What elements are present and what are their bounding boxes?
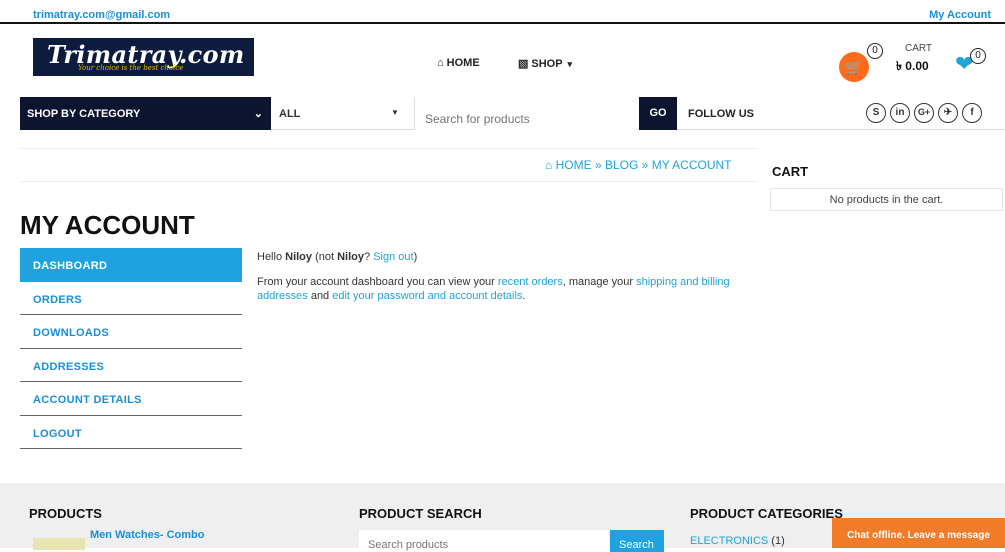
footer-search-title: PRODUCT SEARCH	[359, 506, 482, 521]
account-nav-addresses[interactable]: ADDRESSES	[20, 349, 242, 382]
search-go-button[interactable]: GO	[639, 97, 677, 130]
divider	[20, 181, 758, 182]
cart-count-badge: 0	[867, 43, 883, 59]
breadcrumb-separator: »	[641, 158, 649, 172]
footer-categories-title: PRODUCT CATEGORIES	[690, 506, 843, 521]
footer-product-link[interactable]: Men Watches- Combo	[90, 529, 205, 541]
chat-offline-button[interactable]: Chat offline. Leave a message	[832, 518, 1005, 548]
logo-tagline: Your choice is the best choice	[78, 64, 184, 72]
cart-label: CART	[905, 43, 933, 54]
intro-text: , manage your	[562, 276, 637, 288]
sign-out-link[interactable]: Sign out	[373, 251, 413, 263]
greeting-close: )	[413, 251, 418, 263]
footer-search-input[interactable]	[359, 530, 609, 552]
wishlist-count-badge: 0	[970, 48, 986, 64]
chevron-down-icon: ⌄	[253, 108, 263, 120]
home-icon: ⌂	[437, 57, 444, 69]
cart-widget-empty: No products in the cart.	[770, 188, 1003, 211]
nav-shop[interactable]: ▧ SHOP ▾	[518, 57, 572, 70]
google-plus-icon[interactable]: G+	[914, 103, 934, 123]
breadcrumb-home[interactable]: ⌂ HOME	[545, 158, 592, 172]
contact-email-link[interactable]: trimatray.com@gmail.com	[33, 9, 170, 21]
account-details-link[interactable]: edit your password and account details	[332, 290, 522, 302]
category-select-value: ALL	[279, 108, 301, 120]
home-icon: ⌂	[545, 158, 553, 172]
linkedin-icon[interactable]: in	[890, 103, 910, 123]
account-nav-account-details[interactable]: ACCOUNT DETAILS	[20, 382, 242, 416]
site-logo[interactable]: Trimatray.com Your choice is the best ch…	[33, 38, 254, 76]
breadcrumb: ⌂ HOME » BLOG » MY ACCOUNT	[545, 158, 732, 172]
account-nav-orders[interactable]: ORDERS	[20, 282, 242, 315]
cart-total[interactable]: ৳ 0.00	[896, 58, 929, 78]
breadcrumb-current: MY ACCOUNT	[651, 158, 732, 172]
skype-icon[interactable]: S	[866, 103, 886, 123]
cart-widget-title: CART	[772, 164, 809, 179]
cart-icon: 🛒	[845, 59, 863, 75]
greeting: Hello Niloy (not Niloy? Sign out)	[257, 251, 417, 263]
shop-by-category-label: SHOP BY CATEGORY	[27, 108, 141, 120]
cart-button[interactable]: 🛒	[839, 52, 869, 82]
top-bar: trimatray.com@gmail.com My Account	[0, 0, 1005, 24]
footer-category-item[interactable]: ELECTRONICS (1)	[690, 535, 785, 547]
greeting-question: ?	[364, 251, 374, 263]
category-link[interactable]: ELECTRONICS	[690, 535, 768, 547]
greeting-prefix: Hello	[257, 251, 286, 263]
account-nav-downloads[interactable]: DOWNLOADS	[20, 315, 242, 349]
account-nav-dashboard[interactable]: DASHBOARD	[20, 248, 242, 282]
nav-shop-label: SHOP	[531, 58, 563, 70]
username: Niloy	[285, 251, 313, 263]
intro-text: .	[522, 290, 526, 302]
nav-home[interactable]: ⌂ HOME	[437, 57, 480, 69]
chevron-down-icon: ▾	[567, 59, 572, 69]
category-select[interactable]: ALL ▼	[271, 97, 415, 130]
follow-us-label: FOLLOW US	[688, 108, 754, 120]
intro-text: From your account dashboard you can view…	[257, 276, 498, 288]
facebook-icon[interactable]: f	[962, 103, 982, 123]
category-count: (1)	[768, 535, 785, 547]
intro-text: and	[307, 290, 333, 302]
recent-orders-link[interactable]: recent orders	[498, 276, 563, 288]
breadcrumb-blog[interactable]: BLOG	[605, 158, 638, 172]
breadcrumb-separator: »	[594, 158, 602, 172]
greeting-not: (not	[312, 251, 338, 263]
product-search-input[interactable]	[415, 97, 639, 130]
my-account-link[interactable]: My Account	[929, 9, 991, 21]
username: Niloy	[337, 251, 365, 263]
nav-home-label: HOME	[446, 57, 480, 69]
shop-by-category-dropdown[interactable]: SHOP BY CATEGORY ⌄	[20, 97, 271, 130]
page-title: MY ACCOUNT	[20, 210, 195, 240]
category-search-bar: SHOP BY CATEGORY ⌄ ALL ▼ GO FOLLOW US S …	[20, 97, 1005, 130]
account-navigation: DASHBOARD ORDERS DOWNLOADS ADDRESSES ACC…	[20, 248, 242, 449]
product-thumbnail[interactable]	[33, 538, 85, 550]
basket-icon: ▧	[518, 58, 529, 70]
dashboard-intro: From your account dashboard you can view…	[257, 275, 762, 303]
footer-products-title: PRODUCTS	[29, 506, 102, 521]
footer-search-button[interactable]: Search	[610, 530, 664, 552]
divider	[20, 148, 758, 149]
twitter-icon[interactable]: ✈	[938, 103, 958, 123]
account-nav-logout[interactable]: LOGOUT	[20, 416, 242, 449]
caret-down-icon: ▼	[391, 108, 399, 117]
breadcrumb-home-label: HOME	[555, 158, 592, 172]
